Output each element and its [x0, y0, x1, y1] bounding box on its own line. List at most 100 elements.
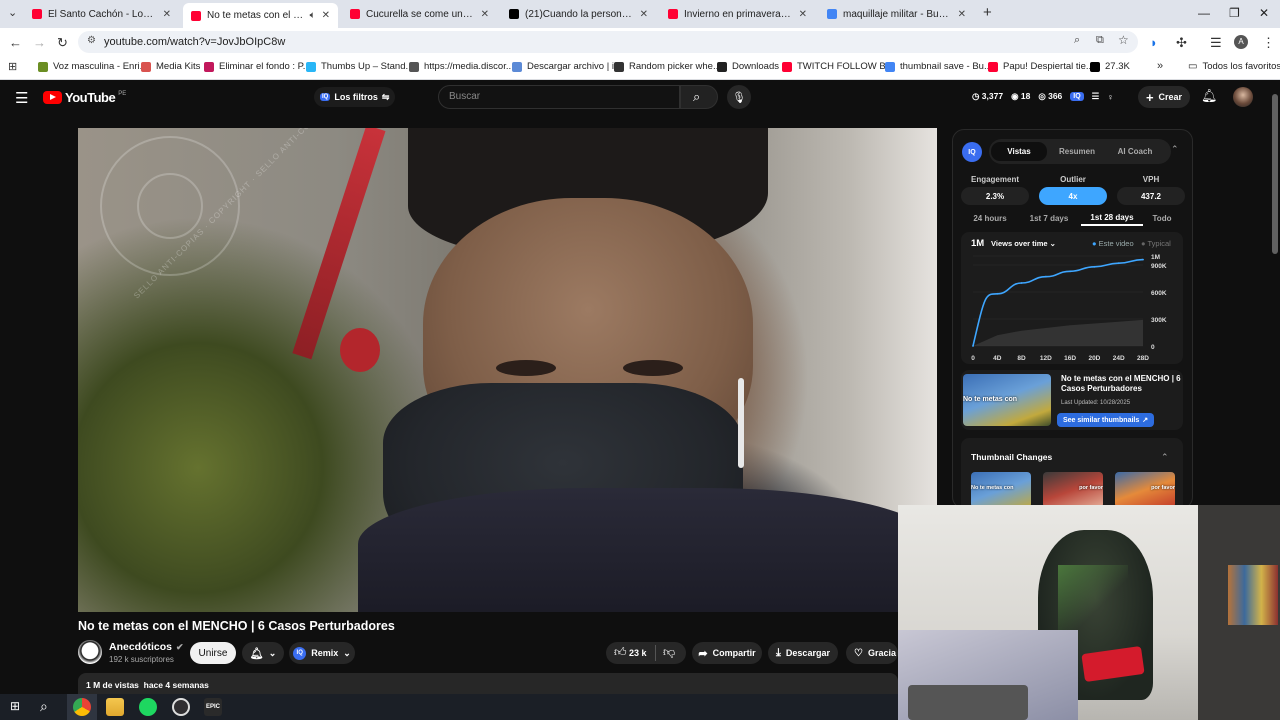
tab-close-icon[interactable]: ✕: [163, 9, 171, 20]
channel-name-row[interactable]: Anecdóticos ✔: [109, 641, 184, 653]
omnibox[interactable]: ⚙ youtube.com/watch?v=JovJbOIpC8w ⌕ ⧉ ☆: [78, 31, 1138, 53]
panel-tab[interactable]: Vistas: [991, 142, 1047, 161]
bulb-icon[interactable]: ♀: [1107, 92, 1113, 102]
files-icon[interactable]: [106, 698, 124, 716]
account-avatar[interactable]: [1233, 87, 1253, 107]
panel-tab[interactable]: AI Coach: [1107, 142, 1163, 161]
bookmark-star-icon[interactable]: ☆: [1118, 33, 1129, 47]
search-icon[interactable]: ⌕: [40, 698, 48, 715]
menu-kebab-icon[interactable]: ⋮: [1262, 35, 1275, 51]
subscribe-bell-button[interactable]: 🔔︎ ⌄: [242, 642, 284, 664]
remix-button[interactable]: IQ Remix ⌄: [289, 642, 355, 664]
install-icon[interactable]: ⧉: [1096, 34, 1104, 47]
list-icon[interactable]: ☰: [1092, 91, 1100, 102]
search-button[interactable]: ⌕: [680, 85, 718, 109]
reload-icon[interactable]: ↻: [57, 35, 68, 51]
chart-dropdown[interactable]: Views over time ⌄: [991, 239, 1056, 248]
reading-list-icon[interactable]: ☰: [1210, 35, 1222, 51]
url-text[interactable]: youtube.com/watch?v=JovJbOIpC8w: [104, 36, 285, 48]
windows-icon[interactable]: ⊞: [10, 699, 20, 713]
dislike-icon[interactable]: 👎︎: [663, 645, 675, 660]
like-count[interactable]: 23 k: [629, 648, 647, 658]
description-box[interactable]: 1 M de vistas hace 4 semanas: [78, 673, 898, 694]
bookmark-item[interactable]: TWITCH FOLLOW B...: [782, 61, 894, 72]
similar-thumbnail[interactable]: No te metas con: [963, 374, 1051, 426]
tab-close-icon[interactable]: ✕: [799, 9, 807, 20]
page-scrollbar[interactable]: [1272, 94, 1278, 254]
bookmark-item[interactable]: Descargar archivo | i...: [512, 61, 622, 72]
thumbnail-change-item[interactable]: por favor: [1043, 472, 1103, 508]
bookmark-item[interactable]: Thumbs Up – Stand...: [306, 61, 413, 72]
data-point: [972, 345, 974, 347]
epic-icon[interactable]: EPIC: [204, 698, 222, 716]
new-tab-button[interactable]: +: [983, 4, 992, 21]
audio-icon[interactable]: 🔈︎: [310, 10, 316, 21]
range-tab[interactable]: 1st 7 days: [1021, 210, 1077, 226]
range-tab[interactable]: 1st 28 days: [1081, 210, 1143, 226]
bookmark-item[interactable]: thumbnail save - Bu...: [885, 61, 992, 72]
bookmark-item[interactable]: https://media.discor...: [409, 61, 514, 72]
iq-badge-icon[interactable]: IQ: [1070, 92, 1084, 101]
thanks-button[interactable]: ♡ Gracia: [846, 642, 898, 664]
browser-tab[interactable]: maquillaje militar - Buscar con ✕: [819, 3, 974, 25]
profile-avatar[interactable]: A: [1234, 35, 1248, 49]
download-button[interactable]: ⤓ Descargar: [768, 642, 838, 664]
chrome-icon[interactable]: [73, 698, 91, 716]
y-tick-label: 1M: [1151, 254, 1160, 261]
browser-tab[interactable]: (21)Cuando la persona que m ✕: [501, 3, 656, 25]
minimize-icon[interactable]: —: [1198, 6, 1210, 20]
extensions-puzzle-icon[interactable]: ✣: [1176, 35, 1187, 51]
bookmark-item[interactable]: Papu! Despiertal tie...: [988, 61, 1094, 72]
extension-icon[interactable]: ◗: [1150, 35, 1158, 50]
tab-search-icon[interactable]: ⌄: [8, 6, 17, 19]
bookmark-item[interactable]: 27.3K: [1090, 61, 1130, 72]
channel-name[interactable]: Anecdóticos: [109, 641, 172, 653]
panel-tab[interactable]: Resumen: [1049, 142, 1105, 161]
hamburger-menu-icon[interactable]: ☰: [15, 89, 28, 107]
bookmark-item[interactable]: Eliminar el fondo : P...: [204, 61, 311, 72]
notifications-bell-icon[interactable]: 🔔︎: [1201, 88, 1218, 104]
site-info-icon[interactable]: ⚙: [87, 35, 96, 46]
spotify-icon[interactable]: [139, 698, 157, 716]
browser-tab[interactable]: Cucurella se come una paella ✕: [342, 3, 497, 25]
youtube-logo[interactable]: YouTube PE: [43, 90, 126, 105]
all-bookmarks-folder[interactable]: ▭ Todos los favoritos: [1188, 61, 1280, 72]
range-tab[interactable]: Todo: [1149, 210, 1175, 226]
browser-tab[interactable]: Invierno en primavera- Guayac ✕: [660, 3, 815, 25]
x-tick-label: 8D: [1017, 355, 1026, 362]
share-button[interactable]: ➦ Compartir: [692, 642, 762, 664]
tab-close-icon[interactable]: ✕: [322, 10, 330, 21]
restore-icon[interactable]: ❐: [1229, 6, 1240, 20]
like-icon[interactable]: 👍︎: [614, 645, 627, 660]
bookmark-item[interactable]: Downloads: [717, 61, 779, 72]
forward-icon[interactable]: →: [33, 35, 46, 50]
thumbnail-change-item[interactable]: No te metas con: [971, 472, 1031, 508]
voice-search-button[interactable]: 🎙: [727, 85, 751, 109]
bookmark-item[interactable]: Random picker whe...: [614, 61, 721, 72]
obs-icon[interactable]: [172, 698, 190, 716]
zoom-icon[interactable]: ⌕: [1074, 34, 1080, 47]
see-similar-button[interactable]: See similar thumbnails ↗: [1057, 413, 1155, 427]
join-button[interactable]: Unirse: [190, 642, 236, 664]
channel-avatar[interactable]: [78, 640, 102, 664]
apps-grid-icon[interactable]: ⊞: [8, 60, 17, 73]
tab-close-icon[interactable]: ✕: [481, 9, 489, 20]
close-window-icon[interactable]: ✕: [1259, 6, 1269, 20]
browser-tab[interactable]: No te metas con el MENCH 🔈︎ ✕: [183, 3, 338, 28]
thumbnail-change-item[interactable]: por favor: [1115, 472, 1175, 508]
views-stat: ◷ 3,377: [972, 91, 1004, 101]
bookmark-item[interactable]: Media Kits: [141, 61, 200, 72]
tab-close-icon[interactable]: ✕: [640, 9, 648, 20]
collapse-chevron-icon[interactable]: ⌃: [1171, 144, 1179, 155]
back-icon[interactable]: ←: [9, 35, 22, 50]
collapse-chevron-icon[interactable]: ⌃: [1161, 452, 1169, 463]
filters-button[interactable]: IQ Los filtros ⇋: [314, 87, 396, 107]
tab-close-icon[interactable]: ✕: [958, 9, 966, 20]
range-tab[interactable]: 24 hours: [963, 210, 1017, 226]
bookmark-item[interactable]: Voz masculina - Enri...: [38, 61, 148, 72]
more-bookmarks-icon[interactable]: »: [1157, 60, 1163, 72]
create-button[interactable]: + Crear: [1138, 86, 1190, 108]
browser-tab[interactable]: El Santo Cachón - Los Embajad ✕: [24, 3, 179, 25]
search-box[interactable]: Buscar: [438, 85, 680, 109]
video-player[interactable]: SELLO ANTI-COPIAS · COPYRIGHT · SELLO AN…: [78, 128, 937, 612]
